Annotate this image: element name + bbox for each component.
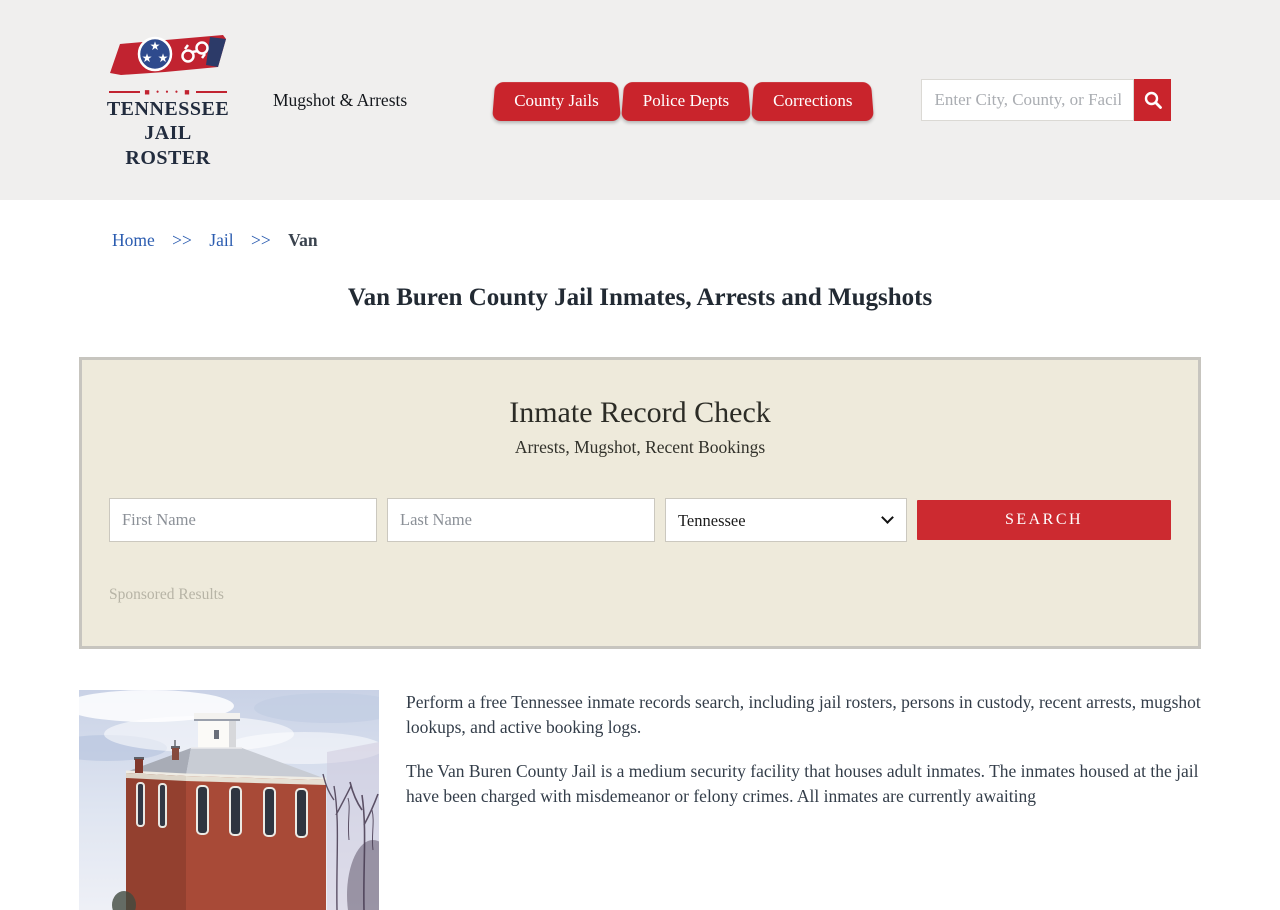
state-select-wrap: Tennessee bbox=[665, 498, 907, 542]
record-check-form: Tennessee SEARCH bbox=[109, 498, 1171, 542]
nav-police-depts[interactable]: Police Depts bbox=[628, 80, 744, 121]
breadcrumb-separator: >> bbox=[172, 230, 192, 250]
breadcrumb-separator: >> bbox=[250, 230, 271, 250]
state-select[interactable]: Tennessee bbox=[665, 498, 907, 542]
main-content: Home >> Jail >> Van Van Buren County Jai… bbox=[79, 230, 1201, 910]
main-nav: County Jails Police Depts Corrections bbox=[499, 80, 881, 121]
page-title: Van Buren County Jail Inmates, Arrests a… bbox=[347, 284, 933, 311]
logo-text-line2: JAIL ROSTER bbox=[125, 122, 211, 169]
sponsored-results-label: Sponsored Results bbox=[109, 586, 224, 603]
panel-title: Inmate Record Check bbox=[509, 396, 771, 429]
first-name-input[interactable] bbox=[109, 498, 377, 542]
logo-text-line1: TENNESSEE bbox=[106, 97, 230, 120]
intro-paragraph: Perform a free Tennessee inmate records … bbox=[406, 692, 1201, 737]
description-section: Perform a free Tennessee inmate records … bbox=[79, 690, 1201, 910]
search-icon bbox=[1144, 91, 1162, 109]
facility-paragraph: The Van Buren County Jail is a medium se… bbox=[406, 760, 1199, 806]
svg-text:★: ★ bbox=[158, 51, 169, 65]
nav-county-jails[interactable]: County Jails bbox=[499, 80, 614, 121]
header-search-button[interactable] bbox=[1134, 79, 1172, 121]
breadcrumb: Home >> Jail >> Van bbox=[112, 230, 1201, 251]
breadcrumb-home-link[interactable]: Home bbox=[112, 230, 155, 250]
inmate-record-check-panel: Inmate Record Check Arrests, Mugshot, Re… bbox=[79, 357, 1201, 649]
header-search bbox=[921, 79, 1172, 121]
logo-divider: ■ • • • ■ bbox=[109, 87, 228, 96]
nav-corrections-label: Corrections bbox=[773, 90, 853, 110]
nav-corrections[interactable]: Corrections bbox=[758, 80, 867, 121]
site-tagline: Mugshot & Arrests bbox=[273, 89, 408, 110]
site-header: ★ ★ ★ ■ • • • ■ TENNESSEE JAIL ROSTER Mu… bbox=[0, 0, 1280, 200]
search-submit-button[interactable]: SEARCH bbox=[917, 500, 1171, 540]
breadcrumb-jail-link[interactable]: Jail bbox=[209, 230, 233, 250]
building-photo-graphic bbox=[79, 690, 379, 910]
nav-county-jails-label: County Jails bbox=[514, 90, 599, 110]
description-text: Perform a free Tennessee inmate records … bbox=[406, 690, 1201, 910]
tennessee-state-icon: ★ ★ ★ bbox=[110, 34, 226, 75]
header-search-input[interactable] bbox=[921, 79, 1135, 121]
jail-building-photo bbox=[79, 690, 379, 910]
svg-text:★: ★ bbox=[142, 51, 153, 65]
site-logo[interactable]: ★ ★ ★ ■ • • • ■ TENNESSEE JAIL ROSTER bbox=[101, 30, 235, 170]
panel-subtitle: Arrests, Mugshot, Recent Bookings bbox=[514, 437, 766, 457]
nav-police-depts-label: Police Depts bbox=[642, 90, 730, 110]
breadcrumb-current: Van bbox=[288, 230, 318, 250]
last-name-input[interactable] bbox=[387, 498, 655, 542]
